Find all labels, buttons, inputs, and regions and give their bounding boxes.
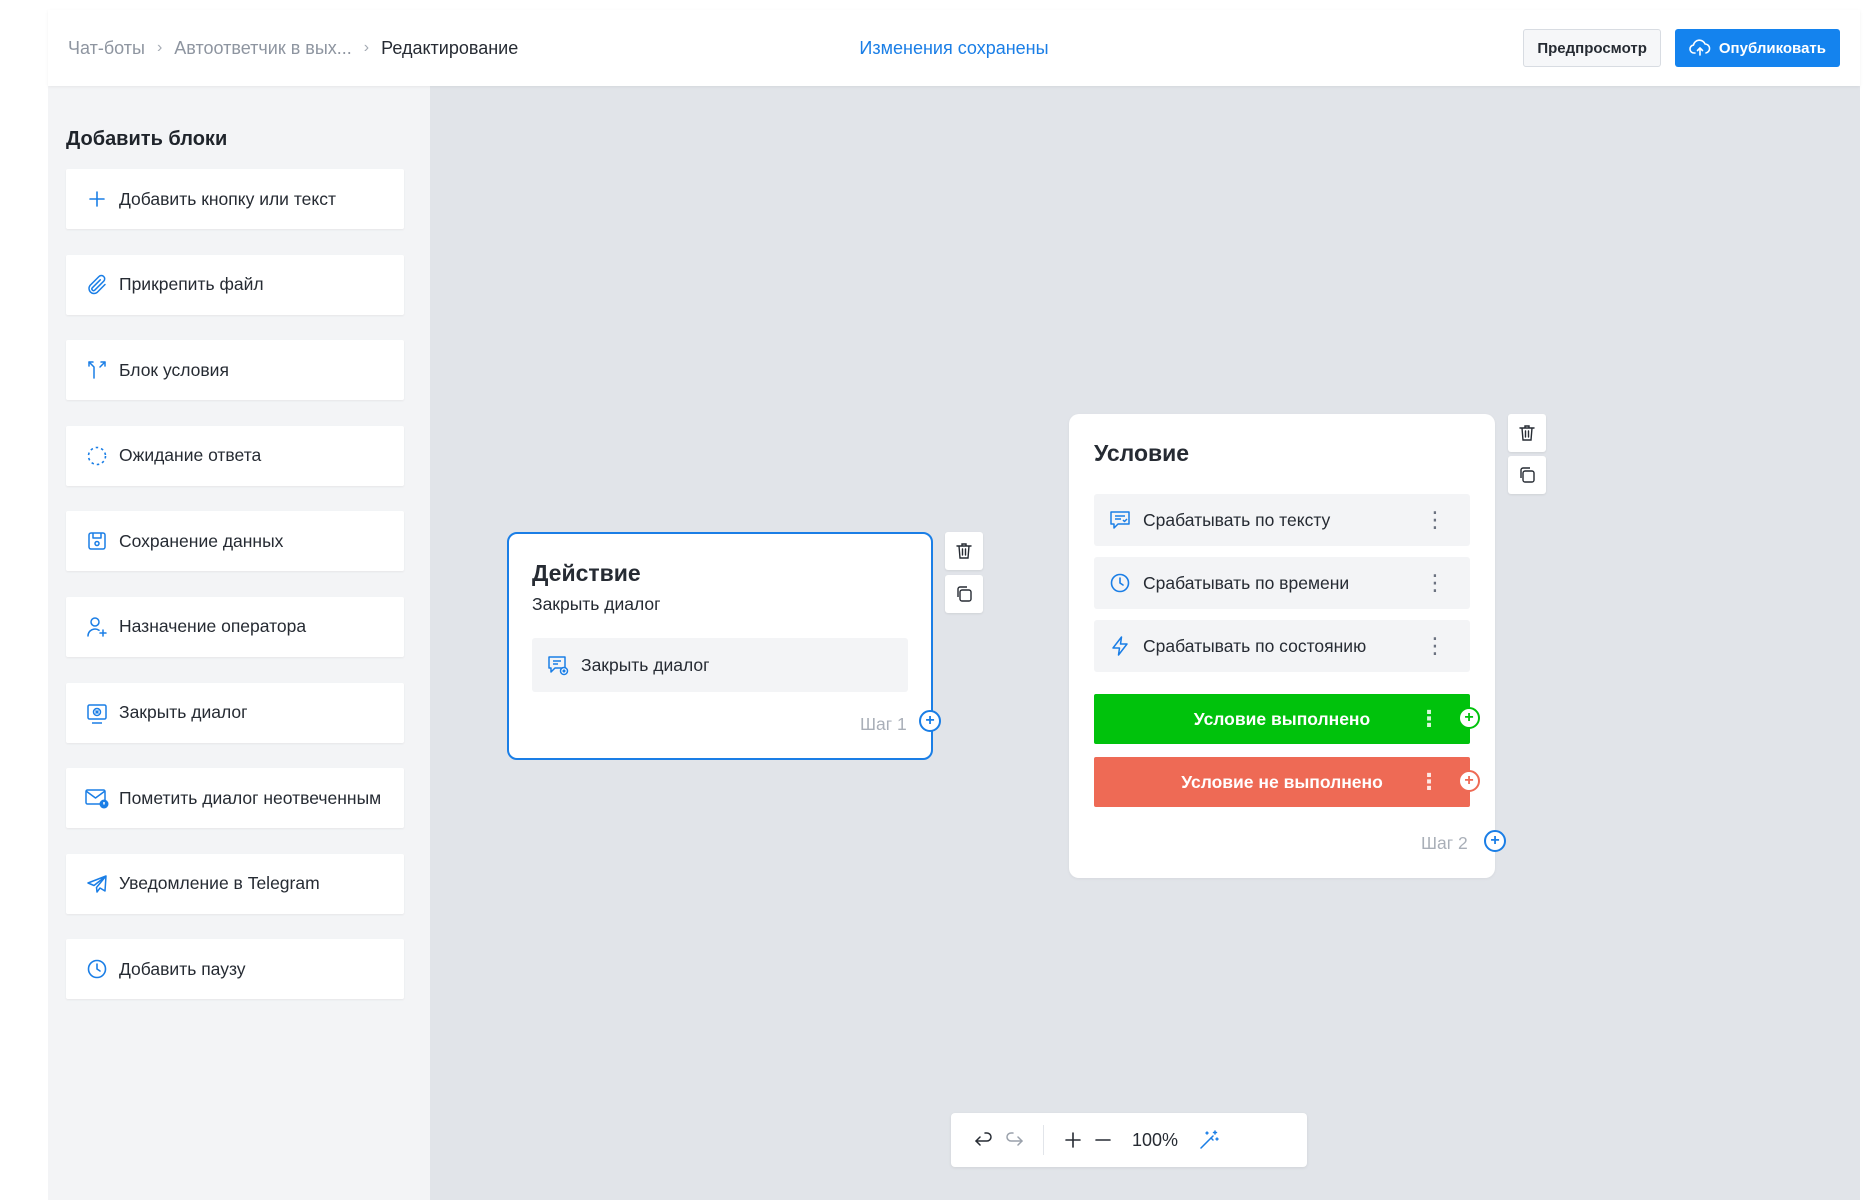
trigger-by-state-row[interactable]: Срабатывать по состоянию ⋮ [1094, 620, 1470, 672]
dashed-circle-icon [84, 443, 110, 469]
add-success-connection-button[interactable]: + [1458, 707, 1480, 729]
condition-not-met-output[interactable]: Условие не выполнено ⋮ [1094, 757, 1470, 807]
copy-icon [1517, 465, 1537, 485]
node-title: Действие [532, 560, 641, 586]
sidebar-item-label: Добавить паузу [119, 958, 246, 979]
add-user-icon [84, 614, 110, 640]
publish-label: Опубликовать [1718, 39, 1826, 57]
clock-icon [1107, 570, 1133, 596]
mark-unanswered-block[interactable]: Пометить диалог неотвеченным [66, 768, 404, 829]
breadcrumb-bot[interactable]: Автоответчик в вых... [174, 38, 351, 59]
zoom-level: 100% [1132, 1129, 1179, 1150]
telegram-notify-block[interactable]: Уведомление в Telegram [66, 853, 404, 914]
toolbar-divider [1043, 1125, 1044, 1155]
sidebar-item-label: Сохранение данных [119, 530, 284, 551]
row-label: Закрыть диалог [581, 654, 710, 675]
output-label: Условие не выполнено [1181, 771, 1383, 792]
publish-button[interactable]: Опубликовать [1674, 29, 1840, 67]
more-options-icon[interactable]: ⋮ [1418, 771, 1440, 793]
chevron-right-icon: › [363, 39, 370, 56]
node-title: Условие [1094, 440, 1190, 466]
sidebar-item-label: Пометить диалог неотвеченным [119, 787, 382, 808]
mail-alert-icon [84, 785, 110, 811]
trash-icon [1517, 423, 1537, 443]
condition-node[interactable]: Условие Срабатывать по тексту ⋮ Срабатыв… [1069, 414, 1495, 878]
wait-reply-block[interactable]: Ожидание ответа [66, 425, 404, 486]
sidebar-item-label: Добавить кнопку или текст [119, 188, 336, 209]
condition-met-output[interactable]: Условие выполнено ⋮ [1094, 694, 1470, 744]
copy-icon [954, 584, 974, 604]
preview-button[interactable]: Предпросмотр [1523, 29, 1661, 67]
add-fail-connection-button[interactable]: + [1458, 770, 1480, 792]
branch-icon [84, 357, 110, 383]
close-dialog-block[interactable]: Закрыть диалог [66, 682, 404, 743]
trash-icon [954, 541, 974, 561]
zoom-in-button[interactable] [1058, 1125, 1088, 1155]
paperclip-icon [84, 272, 110, 298]
delete-node-button[interactable] [945, 532, 983, 570]
chat-close-icon [545, 652, 571, 678]
chat-check-icon [1107, 507, 1133, 533]
plus-icon [84, 186, 110, 212]
more-options-icon[interactable]: ⋮ [1424, 635, 1446, 657]
breadcrumb: Чат-боты › Автоответчик в вых... › Редак… [68, 38, 518, 59]
redo-button[interactable] [999, 1125, 1029, 1155]
add-button-or-text-block[interactable]: Добавить кнопку или текст [66, 169, 404, 229]
assign-operator-block[interactable]: Назначение оператора [66, 596, 404, 657]
row-label: Срабатывать по состоянию [1143, 635, 1367, 656]
plus-icon [1063, 1130, 1083, 1150]
row-label: Срабатывать по тексту [1143, 509, 1331, 530]
step-label: Шаг 2 [1421, 833, 1468, 853]
sidebar-item-label: Прикрепить файл [119, 274, 264, 295]
auto-layout-button[interactable] [1194, 1125, 1224, 1155]
add-connection-button[interactable]: + [919, 710, 941, 732]
sidebar-item-label: Назначение оператора [119, 616, 307, 637]
condition-block[interactable]: Блок условия [66, 340, 404, 401]
trigger-by-time-row[interactable]: Срабатывать по времени ⋮ [1094, 557, 1470, 609]
save-status: Изменения сохранены [859, 37, 1049, 58]
more-options-icon[interactable]: ⋮ [1424, 572, 1446, 594]
blocks-sidebar: Добавить блоки Добавить кнопку или текст… [48, 86, 430, 1200]
row-label: Срабатывать по времени [1143, 572, 1350, 593]
add-connection-button[interactable]: + [1484, 830, 1506, 852]
redo-icon [1003, 1129, 1025, 1151]
node-subtitle: Закрыть диалог [532, 594, 661, 614]
sidebar-item-label: Блок условия [119, 359, 229, 380]
more-options-icon[interactable]: ⋮ [1418, 708, 1440, 730]
undo-icon [973, 1129, 995, 1151]
duplicate-node-button[interactable] [1508, 456, 1546, 494]
save-icon [84, 528, 110, 554]
step-label: Шаг 1 [860, 714, 907, 734]
cloud-upload-icon [1689, 39, 1711, 57]
undo-button[interactable] [969, 1125, 999, 1155]
clock-icon [84, 956, 110, 982]
duplicate-node-button[interactable] [945, 575, 983, 613]
canvas-toolbar: 100% [951, 1113, 1307, 1167]
delete-node-button[interactable] [1508, 414, 1546, 452]
more-options-icon[interactable]: ⋮ [1424, 509, 1446, 531]
trigger-by-text-row[interactable]: Срабатывать по тексту ⋮ [1094, 494, 1470, 546]
sidebar-title: Добавить блоки [66, 128, 228, 150]
sidebar-item-label: Уведомление в Telegram [119, 873, 320, 894]
sidebar-item-label: Ожидание ответа [119, 445, 262, 466]
breadcrumb-current: Редактирование [381, 37, 519, 58]
top-header: Чат-боты › Автоответчик в вых... › Редак… [48, 10, 1860, 86]
close-dialog-icon [84, 700, 110, 726]
output-label: Условие выполнено [1193, 708, 1371, 729]
add-pause-block[interactable]: Добавить паузу [66, 939, 404, 1000]
attach-file-block[interactable]: Прикрепить файл [66, 254, 404, 315]
breadcrumb-chatbots[interactable]: Чат-боты [68, 38, 145, 59]
magic-wand-icon [1198, 1129, 1220, 1151]
lightning-icon [1107, 633, 1133, 659]
chevron-right-icon: › [156, 39, 163, 56]
save-data-block[interactable]: Сохранение данных [66, 511, 404, 572]
telegram-icon [84, 871, 110, 897]
zoom-out-button[interactable] [1088, 1125, 1118, 1155]
action-node[interactable]: Действие Закрыть диалог Закрыть диалог Ш… [507, 532, 933, 760]
close-dialog-row[interactable]: Закрыть диалог [532, 638, 908, 692]
sidebar-item-label: Закрыть диалог [119, 702, 248, 723]
minus-icon [1093, 1130, 1113, 1150]
